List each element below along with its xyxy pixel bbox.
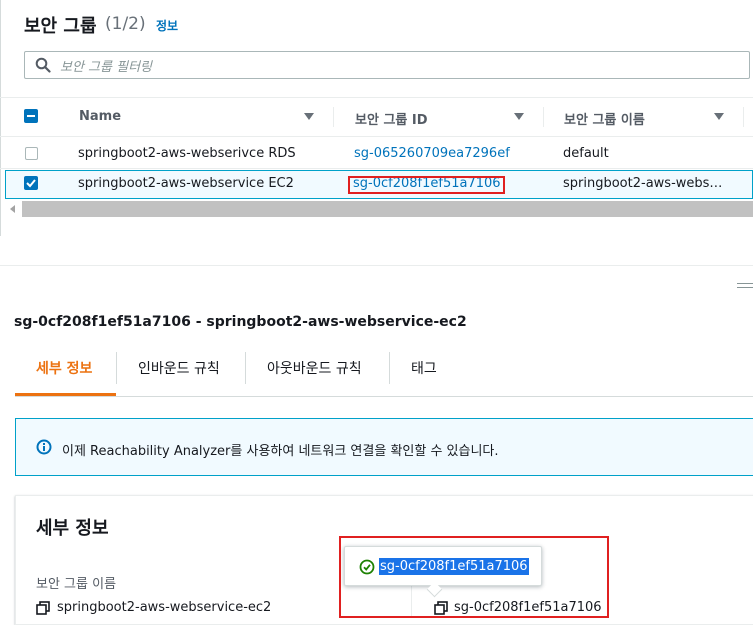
column-separator xyxy=(543,107,544,127)
column-separator xyxy=(333,107,334,127)
search-placeholder: 보안 그룹 필터링 xyxy=(60,60,152,75)
tab-tags[interactable]: 태그 xyxy=(411,358,437,378)
banner-text: 이제 Reachability Analyzer를 사용하여 네트워크 연결을 … xyxy=(62,444,499,459)
tab-outbound-rules[interactable]: 아웃바운드 규칙 xyxy=(267,358,362,378)
sort-down-icon[interactable] xyxy=(304,113,314,120)
sort-down-icon[interactable] xyxy=(514,113,524,120)
detail-title: sg-0cf208f1ef51a7106 - springboot2-aws-w… xyxy=(14,314,467,330)
tab-baseline xyxy=(15,396,753,397)
column-separator xyxy=(743,107,744,127)
field-label-sg-name: 보안 그룹 이름 xyxy=(36,577,117,592)
page-title: 보안 그룹 xyxy=(24,16,97,37)
selection-count: (1/2) xyxy=(105,14,146,34)
row-checkbox-checked[interactable] xyxy=(24,176,38,190)
copy-icon[interactable] xyxy=(36,601,50,615)
tab-separator xyxy=(245,352,246,384)
tab-details[interactable]: 세부 정보 xyxy=(36,358,92,378)
table-cell-name: springboot2-aws-webserivce RDS xyxy=(78,146,296,161)
info-link[interactable]: 정보 xyxy=(156,17,178,34)
annotation-highlight-box xyxy=(339,536,609,618)
column-header-sg-id[interactable]: 보안 그룹 ID xyxy=(355,109,428,128)
resize-handle[interactable] xyxy=(737,283,753,284)
panel-border xyxy=(0,0,1,236)
table-cell-name: springboot2-aws-webservice EC2 xyxy=(78,176,294,191)
table-divider xyxy=(0,136,753,137)
caret-left-icon xyxy=(10,205,15,213)
info-icon xyxy=(36,439,52,455)
split-panel-divider xyxy=(0,265,753,266)
select-all-checkbox[interactable] xyxy=(24,109,38,123)
field-value-sg-name: springboot2-aws-webservice-ec2 xyxy=(57,600,272,615)
search-icon xyxy=(35,57,51,73)
tab-separator xyxy=(116,352,117,384)
tab-inbound-rules[interactable]: 인바운드 규칙 xyxy=(138,358,220,378)
details-card-title: 세부 정보 xyxy=(36,518,109,539)
horizontal-scrollbar[interactable] xyxy=(22,201,753,217)
table-cell-sg-name: default xyxy=(563,146,609,161)
row-checkbox[interactable] xyxy=(25,147,38,160)
row-divider xyxy=(0,168,753,169)
sort-down-icon[interactable] xyxy=(714,113,724,120)
table-divider xyxy=(0,97,753,98)
column-header-name[interactable]: Name xyxy=(79,109,121,124)
tab-separator xyxy=(389,352,390,384)
table-cell-sg-id-link[interactable]: sg-065260709ea7296ef xyxy=(354,146,510,161)
scroll-left-button[interactable] xyxy=(5,201,21,217)
column-header-sg-name[interactable]: 보안 그룹 이름 xyxy=(564,109,645,128)
annotation-highlight-box xyxy=(348,176,505,194)
table-cell-sg-name: springboot2-aws-webs… xyxy=(563,176,723,191)
resize-handle[interactable] xyxy=(737,287,753,288)
